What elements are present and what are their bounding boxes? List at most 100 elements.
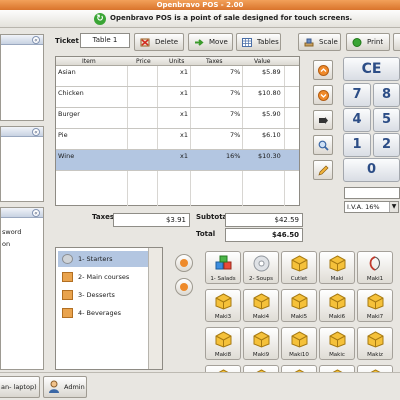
tables-icon	[242, 38, 252, 47]
arrow-up-icon	[318, 65, 329, 76]
category-item-beverages[interactable]: 4- Beverages	[58, 305, 149, 321]
product-label: 1- Salads	[210, 276, 236, 282]
category-item-starters[interactable]: 1- Starters	[58, 251, 149, 267]
product-label: Maki9	[252, 352, 270, 358]
ticket-number-field[interactable]: Table 1	[80, 33, 130, 48]
tax-select[interactable]: I.V.A. 16% ▼	[344, 201, 399, 213]
user-button[interactable]: Admin	[43, 376, 87, 398]
line-notes-button[interactable]	[313, 160, 333, 180]
move-arrow-icon	[195, 39, 204, 46]
row-taxes: 7%	[230, 89, 241, 97]
edit-arrow-icon	[319, 117, 328, 124]
key-1[interactable]: 1	[343, 133, 371, 157]
delete-ticket-button[interactable]: Delete	[134, 33, 184, 51]
key-7[interactable]: 7	[343, 83, 371, 107]
host-indicator: an- laptop)	[0, 376, 40, 398]
collapse-icon[interactable]: «	[32, 36, 40, 44]
table-row[interactable]: Asian x1 7% $5.89	[56, 66, 299, 87]
product-button[interactable]: Maki3	[205, 289, 241, 322]
package-icon	[367, 331, 384, 348]
clear-entry-key[interactable]: CE	[343, 57, 400, 81]
category-label: 2- Main courses	[78, 273, 130, 281]
left-panel-3: « sword on	[0, 207, 44, 370]
key-2[interactable]: 2	[373, 133, 400, 157]
key-5[interactable]: 5	[373, 108, 400, 132]
scale-label: Scale	[319, 38, 338, 46]
left-panel-item-password[interactable]: sword	[1, 226, 43, 238]
product-button[interactable]: Maki8	[205, 327, 241, 360]
table-header: Item Price Units Taxes Value	[56, 57, 299, 66]
key-4[interactable]: 4	[343, 108, 371, 132]
product-button[interactable]: Maki5	[281, 289, 317, 322]
category-label: 4- Beverages	[78, 309, 122, 317]
row-item: Chicken	[58, 89, 84, 97]
window-title: Openbravo POS - 2.00	[0, 0, 400, 10]
product-button[interactable]: 2- Soups	[243, 251, 279, 284]
table-row[interactable]: Pie x1 7% $6.10	[56, 129, 299, 150]
tables-label: Tables	[257, 38, 279, 46]
package-icon	[291, 293, 308, 310]
row-units: x1	[180, 110, 188, 118]
product-button[interactable]: Maki9	[243, 327, 279, 360]
line-down-button[interactable]	[313, 85, 333, 105]
product-button[interactable]: Cutlet	[281, 251, 317, 284]
product-button[interactable]: Makic	[319, 327, 355, 360]
banner-message: Openbravo POS is a point of sale designe…	[110, 14, 353, 22]
category-icon	[62, 272, 73, 282]
price-input[interactable]	[344, 187, 400, 199]
search-product-button[interactable]	[313, 135, 333, 155]
category-item-desserts[interactable]: 3- Desserts	[58, 287, 149, 303]
product-button[interactable]: Maki6	[319, 289, 355, 322]
key-0[interactable]: 0	[343, 158, 400, 182]
product-button[interactable]: Maki10	[281, 327, 317, 360]
pencil-icon	[318, 165, 329, 176]
table-row-selected[interactable]: Wine x1 16% $10.30	[56, 150, 299, 171]
print-button[interactable]: Print	[346, 33, 390, 51]
package-icon	[215, 331, 232, 348]
product-label: Maki5	[290, 314, 308, 320]
edit-line-button[interactable]	[313, 110, 333, 130]
category-item-main-courses[interactable]: 2- Main courses	[58, 269, 149, 285]
status-bar: an- laptop) Admin	[0, 372, 400, 400]
product-label: 2- Soups	[249, 276, 273, 282]
category-down-button[interactable]	[175, 278, 193, 296]
category-label: 1- Starters	[78, 255, 113, 263]
left-panel-1-header: «	[1, 35, 43, 45]
search-icon	[318, 140, 329, 151]
ticket-lines-table: Item Price Units Taxes Value Asian x1 7%…	[55, 56, 300, 206]
collapse-icon[interactable]: «	[32, 128, 40, 136]
category-scrollbar[interactable]	[148, 248, 162, 369]
product-button[interactable]: Maki	[319, 251, 355, 284]
arrow-down-icon	[318, 90, 329, 101]
print-icon	[352, 38, 362, 47]
row-item: Pie	[58, 131, 68, 139]
left-panel-2-header: «	[1, 127, 43, 137]
product-label: Maki7	[366, 314, 384, 320]
product-label: Maki3	[214, 314, 232, 320]
key-8[interactable]: 8	[373, 83, 400, 107]
collapse-icon[interactable]: «	[32, 209, 40, 217]
table-row[interactable]: Burger x1 7% $5.90	[56, 108, 299, 129]
product-button[interactable]: Maki1	[357, 251, 393, 284]
table-row[interactable]: Chicken x1 7% $10.80	[56, 87, 299, 108]
package-icon	[367, 293, 384, 310]
column-header-item: Item	[82, 58, 96, 65]
move-ticket-button[interactable]: Move	[188, 33, 233, 51]
category-up-button[interactable]	[175, 254, 193, 272]
category-icon	[62, 290, 73, 300]
tables-button[interactable]: Tables	[236, 33, 281, 51]
product-button[interactable]: 1- Salads	[205, 251, 241, 284]
product-button[interactable]: Maki7	[357, 289, 393, 322]
line-up-button[interactable]	[313, 60, 333, 80]
row-taxes: 7%	[230, 110, 241, 118]
row-item: Burger	[58, 110, 80, 118]
product-label: Maki10	[289, 352, 309, 358]
left-panel-item-session[interactable]: on	[1, 238, 43, 250]
product-label: Cutlet	[290, 276, 308, 282]
product-button[interactable]: Makiz	[357, 327, 393, 360]
scale-button[interactable]: Scale	[298, 33, 341, 51]
product-button[interactable]: Maki4	[243, 289, 279, 322]
package-icon	[329, 293, 346, 310]
extra-toolbar-button[interactable]	[393, 33, 400, 51]
package-icon	[291, 255, 308, 272]
